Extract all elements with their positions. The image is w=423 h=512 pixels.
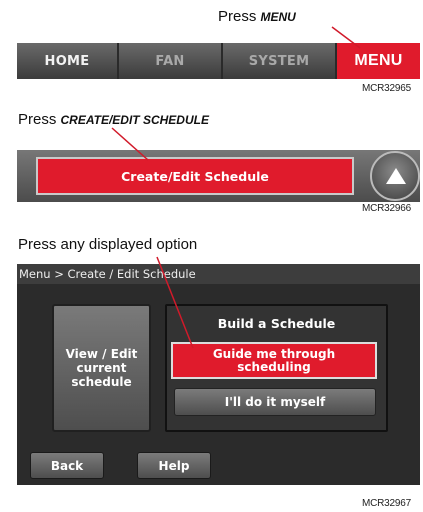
- callout-lines: [111, 26, 361, 349]
